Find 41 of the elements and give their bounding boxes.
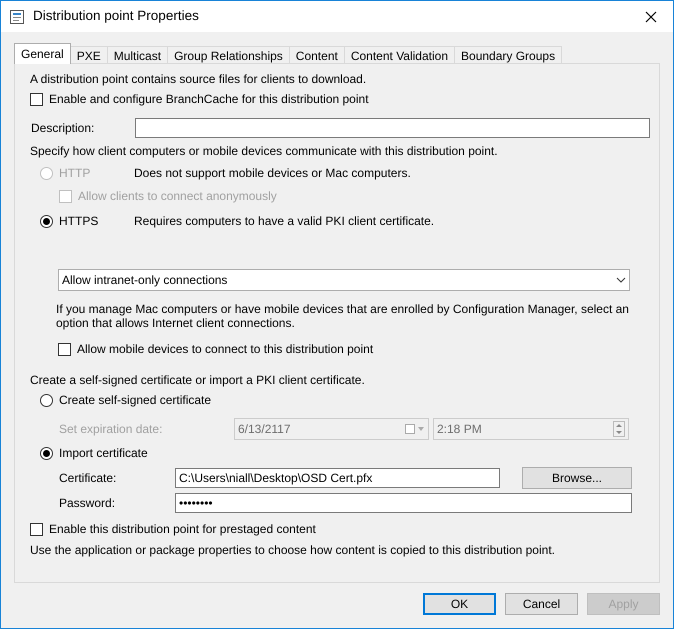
window-icon — [9, 8, 25, 24]
info-text: If you manage Mac computers or have mobile devices that are enrolled by Configuration Manager, select an option that allows Internet client connections. — [56, 302, 630, 330]
field-label: Set expiration date: — [59, 422, 164, 436]
window-title: Distribution point Properties — [33, 7, 199, 26]
radio-label: HTTPS — [59, 214, 100, 229]
tab[interactable]: Boundary Groups — [454, 46, 562, 64]
radio-button[interactable] — [40, 394, 53, 407]
checkbox[interactable] — [58, 343, 71, 356]
spin-icon — [613, 421, 625, 437]
description-field[interactable] — [135, 118, 650, 138]
radio-button[interactable] — [40, 447, 53, 460]
info-text: Specify how client computers or mobile devices communicate with this distribution point. — [30, 144, 498, 159]
password-field[interactable]: •••••••• — [175, 493, 632, 513]
info-text: A distribution point contains source files for clients to download. — [30, 72, 366, 87]
radio-button[interactable] — [40, 215, 53, 228]
connection-dropdown[interactable]: Allow intranet-only connections — [58, 269, 630, 291]
dialog-button[interactable]: OK — [423, 593, 496, 615]
checkbox[interactable] — [30, 523, 43, 536]
checkbox-label: Allow mobile devices to connect to this distribution point — [77, 342, 374, 357]
option-note: Requires computers to have a valid PKI client certificate. — [134, 214, 434, 229]
caret-icon — [616, 277, 626, 283]
radio-label: HTTP — [59, 166, 92, 181]
info-text: Create a self-signed certificate or import a PKI client certificate. — [30, 373, 365, 388]
field-label: Password: — [59, 496, 116, 510]
info-text: Use the application or package properties to choose how content is copied to this distribution point. — [30, 543, 555, 558]
checkbox-label: Allow clients to connect anonymously — [78, 189, 277, 204]
checkbox-label: Enable and configure BranchCache for this distribution point — [49, 92, 369, 107]
browse-button[interactable]: Browse... — [522, 467, 632, 489]
tab[interactable]: Group Relationships — [167, 46, 290, 64]
calendar-icon — [405, 424, 425, 434]
radio-label: Import certificate — [59, 446, 148, 461]
option-note: Does not support mobile devices or Mac computers. — [134, 166, 411, 181]
dialog-button[interactable]: Cancel — [505, 593, 578, 615]
field-label: Description: — [30, 120, 96, 136]
radio-label: Create self-signed certificate — [59, 393, 212, 408]
certificate-field[interactable]: C:\Users\niall\Desktop\OSD Cert.pfx — [175, 468, 500, 488]
close-icon — [645, 10, 657, 22]
field-label: Certificate: — [59, 470, 118, 486]
checkbox[interactable] — [30, 93, 43, 106]
checkbox-label: Enable this distribution point for prestaged content — [49, 522, 316, 537]
tab[interactable]: General — [14, 43, 71, 64]
